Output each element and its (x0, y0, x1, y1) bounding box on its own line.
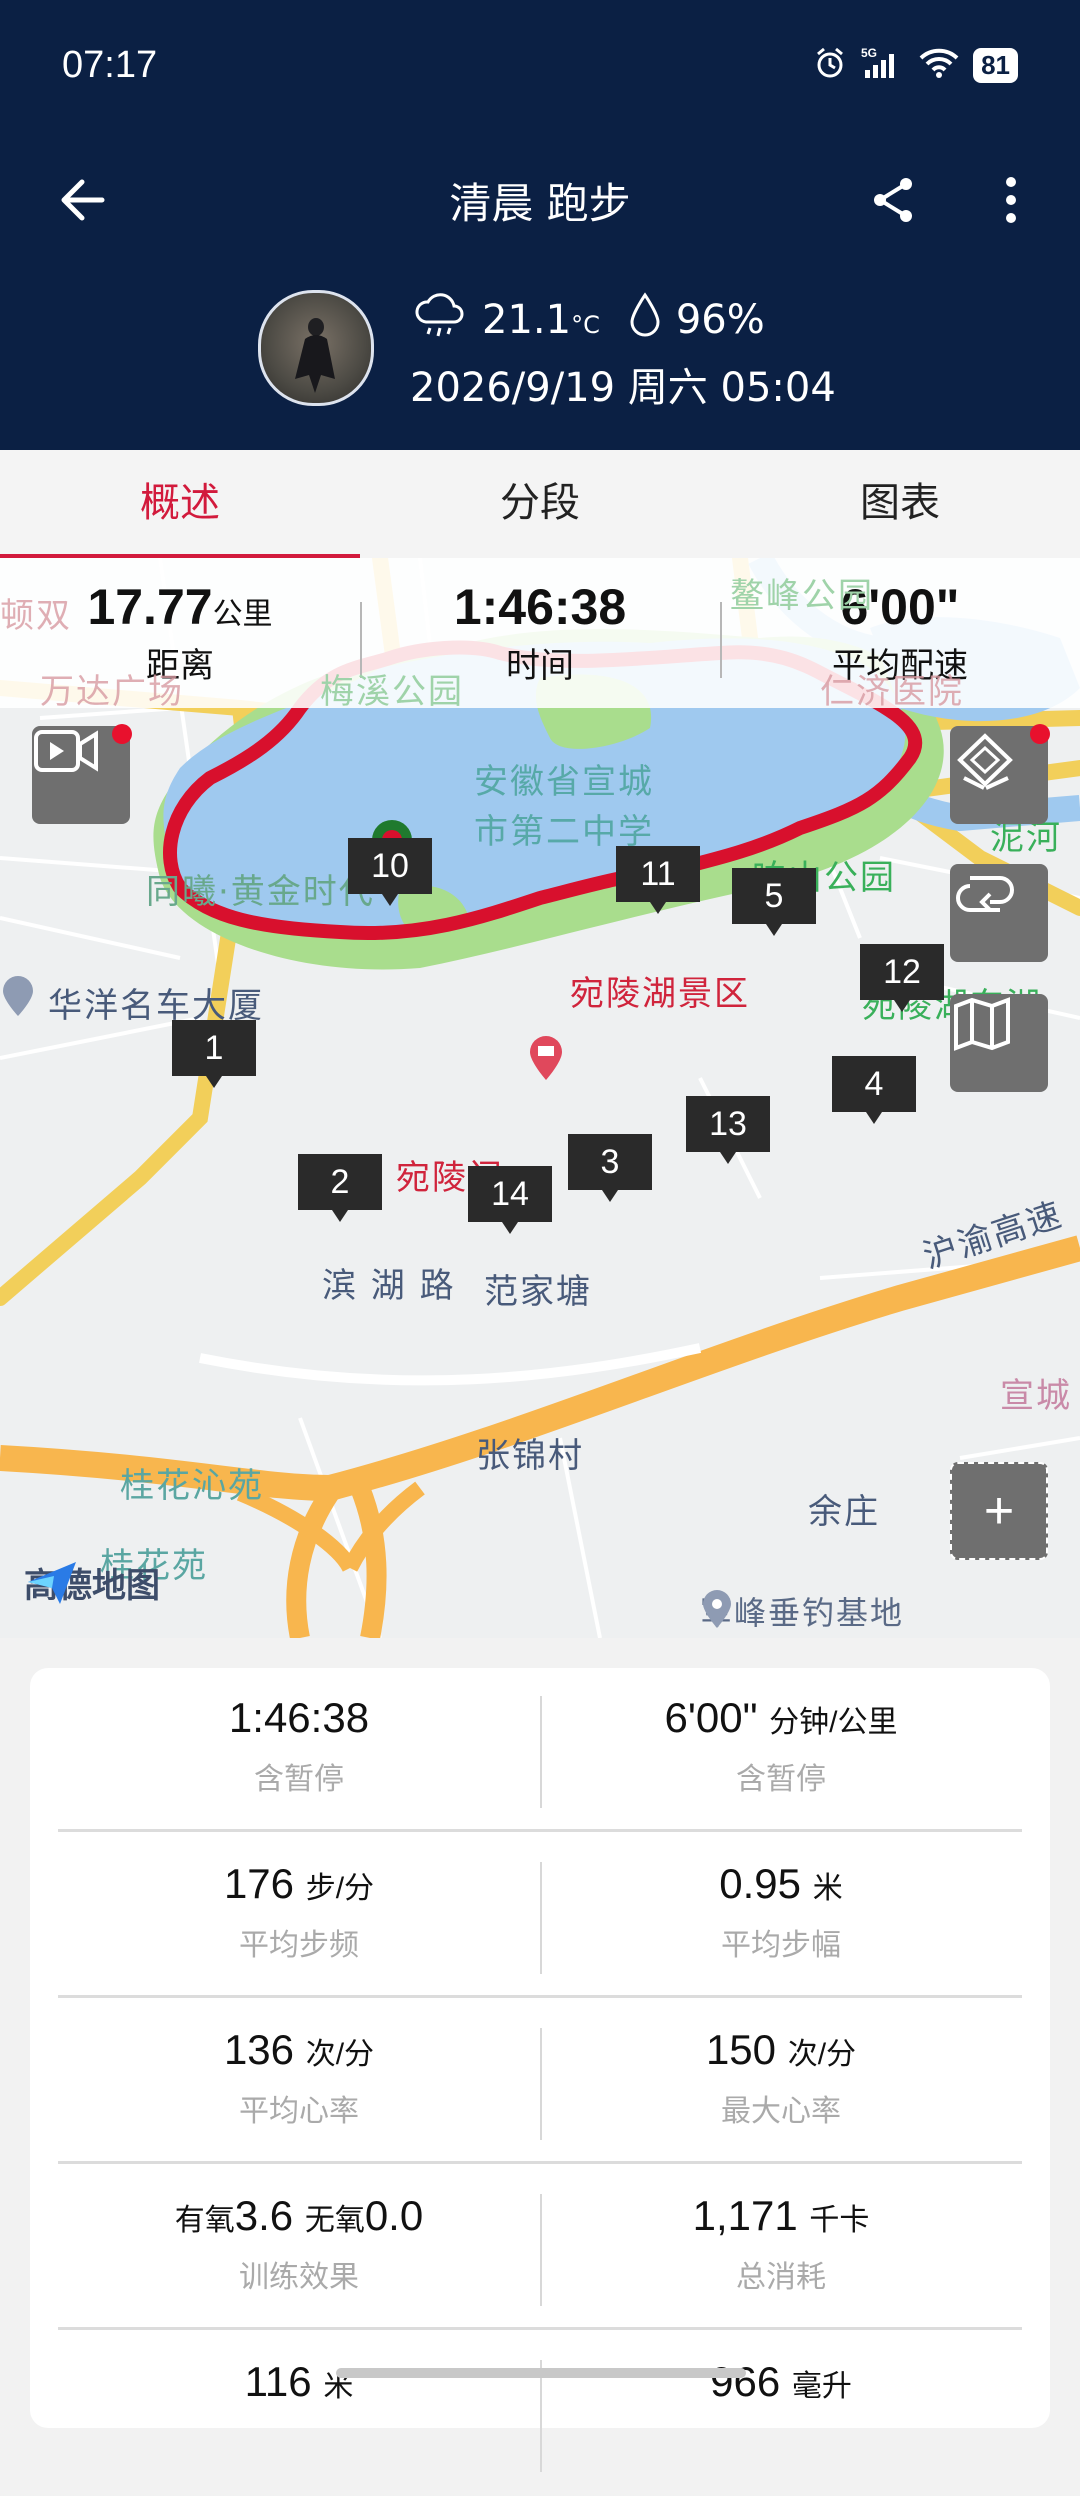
km-marker-14[interactable]: 14 (468, 1166, 552, 1234)
avatar[interactable] (258, 290, 374, 406)
stat-calories: 1,171 千卡 总消耗 (540, 2166, 1022, 2330)
map-label-school: 安徽省宣城 (474, 762, 654, 802)
map-label-dunshuang: 顿双 (0, 596, 72, 636)
stat-stride: 0.95 米 平均步幅 (540, 1834, 1022, 1998)
water-drop-icon (628, 292, 662, 348)
battery-indicator: 81 (973, 47, 1018, 83)
distance-unit: 公里 (212, 598, 273, 631)
tab-overview[interactable]: 概述 (0, 450, 360, 560)
stat-total-time: 1:46:38 含暂停 (228, 1694, 370, 1797)
stats-row: 136 次/分 平均心率 150 次/分 最大心率 (58, 2000, 1022, 2164)
km-marker-13[interactable]: 13 (686, 1096, 770, 1164)
stat-pace-with-pause: 6'00" 分钟/公里 含暂停 (540, 1668, 1022, 1832)
video-icon (34, 730, 98, 772)
stats-row: 176 步/分 平均步频 0.95 米 平均步幅 (58, 1834, 1022, 1998)
poi-label-bottom: 军峰垂钓基地 (700, 1588, 904, 1634)
replay-route-button[interactable] (950, 864, 1048, 962)
stats-row: 有氧3.6 无氧0.0 训练效果 1,171 千卡 总消耗 (58, 2166, 1022, 2330)
time-value: 1:46:38 (453, 579, 627, 635)
home-indicator[interactable] (336, 2368, 746, 2378)
map-label-xuancheng: 宣城 (1000, 1376, 1072, 1416)
stat-avg-heart-rate: 136 次/分 平均心率 (223, 2026, 375, 2129)
notification-dot (112, 724, 132, 744)
map-label-tongxi: 同曦·黄金时代 (146, 872, 375, 912)
cloud-rain-icon (412, 290, 468, 350)
loop-icon (956, 876, 1014, 912)
more-options-button[interactable] (986, 168, 1036, 232)
cellular-signal-icon: 5G (861, 46, 905, 84)
stats-row: 116 米 966 毫升 (58, 2332, 1022, 2496)
km-marker-12[interactable]: 12 (860, 944, 944, 1012)
map-view-button[interactable] (950, 994, 1048, 1092)
poi-pin-icon (703, 1590, 731, 1628)
tab-splits[interactable]: 分段 (360, 450, 720, 558)
km-marker-11[interactable]: 11 (616, 846, 700, 914)
stats-card: 1:46:38 含暂停 6'00" 分钟/公里 含暂停 176 步/分 平均步频… (30, 1668, 1050, 2472)
map-label-zhangjin: 张锦村 (476, 1436, 584, 1476)
amap-logo-icon (28, 1562, 76, 1604)
map-label-binhu-road: 滨 湖 路 (322, 1266, 456, 1306)
map-label-aofeng: 鳌峰公园 (730, 576, 874, 616)
km-marker-4[interactable]: 4 (832, 1056, 916, 1124)
status-time: 07:17 (62, 44, 158, 86)
stats-row: 1:46:38 含暂停 6'00" 分钟/公里 含暂停 (58, 1668, 1022, 1832)
km-marker-10[interactable]: 10 (348, 838, 432, 906)
status-icons: 5G 81 (813, 46, 1018, 84)
stat-sweat-loss: 966 毫升 (540, 2332, 1022, 2496)
zoom-in-button[interactable]: + (950, 1462, 1048, 1560)
distance-value: 17.77 (87, 579, 213, 635)
alarm-icon (813, 46, 847, 84)
wifi-icon (919, 47, 959, 83)
temperature-value: 21.1°C (482, 297, 600, 343)
tab-bar: 概述 分段 图表 (0, 450, 1080, 560)
stat-max-heart-rate: 150 次/分 最大心率 (540, 2000, 1022, 2164)
map-label-meixi-park: 梅溪公园 (320, 672, 464, 712)
stat-cadence: 176 步/分 平均步频 (223, 1860, 375, 1963)
map-label-fanjiatang: 范家塘 (484, 1272, 592, 1312)
map-label-renji: 仁济医院 (820, 672, 964, 712)
svg-text:5G: 5G (861, 46, 877, 60)
map-label-wanling-scenic: 宛陵湖景区 (570, 974, 750, 1014)
stat-training-effect: 有氧3.6 无氧0.0 训练效果 (174, 2192, 424, 2295)
km-marker-5[interactable]: 5 (732, 868, 816, 936)
humidity-value: 96% (675, 297, 765, 343)
plus-icon: + (983, 1482, 1015, 1540)
km-marker-3[interactable]: 3 (568, 1134, 652, 1202)
stat-elevation: 116 米 (244, 2358, 354, 2405)
km-marker-1[interactable]: 1 (172, 1020, 256, 1088)
map-label-guihua-qin: 桂花沁苑 (120, 1466, 264, 1506)
map-label-yuzhuang: 余庄 (808, 1492, 880, 1532)
notification-dot-2 (1030, 724, 1050, 744)
route-map[interactable]: 17.77公里 距离 1:46:38 时间 6'00" 平均配速 梅溪公园 万达… (0, 558, 1080, 1638)
activity-datetime: 2026/9/19 周六 05:04 (410, 365, 836, 411)
map-icon (954, 997, 1010, 1051)
more-vertical-icon (1006, 177, 1016, 223)
tab-charts[interactable]: 图表 (720, 450, 1080, 558)
amap-logo: 高德地图 (24, 1558, 160, 1607)
share-button[interactable] (862, 168, 926, 232)
km-marker-2[interactable]: 2 (298, 1154, 382, 1222)
share-icon (874, 178, 912, 222)
weather-row: 21.1°C 96% (412, 290, 765, 350)
map-label-wanda: 万达广场 (40, 672, 184, 712)
app-header: 07:17 5G 81 清晨 跑步 21.1°C 96% 2026/9/19 周… (0, 0, 1080, 450)
layers-icon (957, 733, 1013, 790)
